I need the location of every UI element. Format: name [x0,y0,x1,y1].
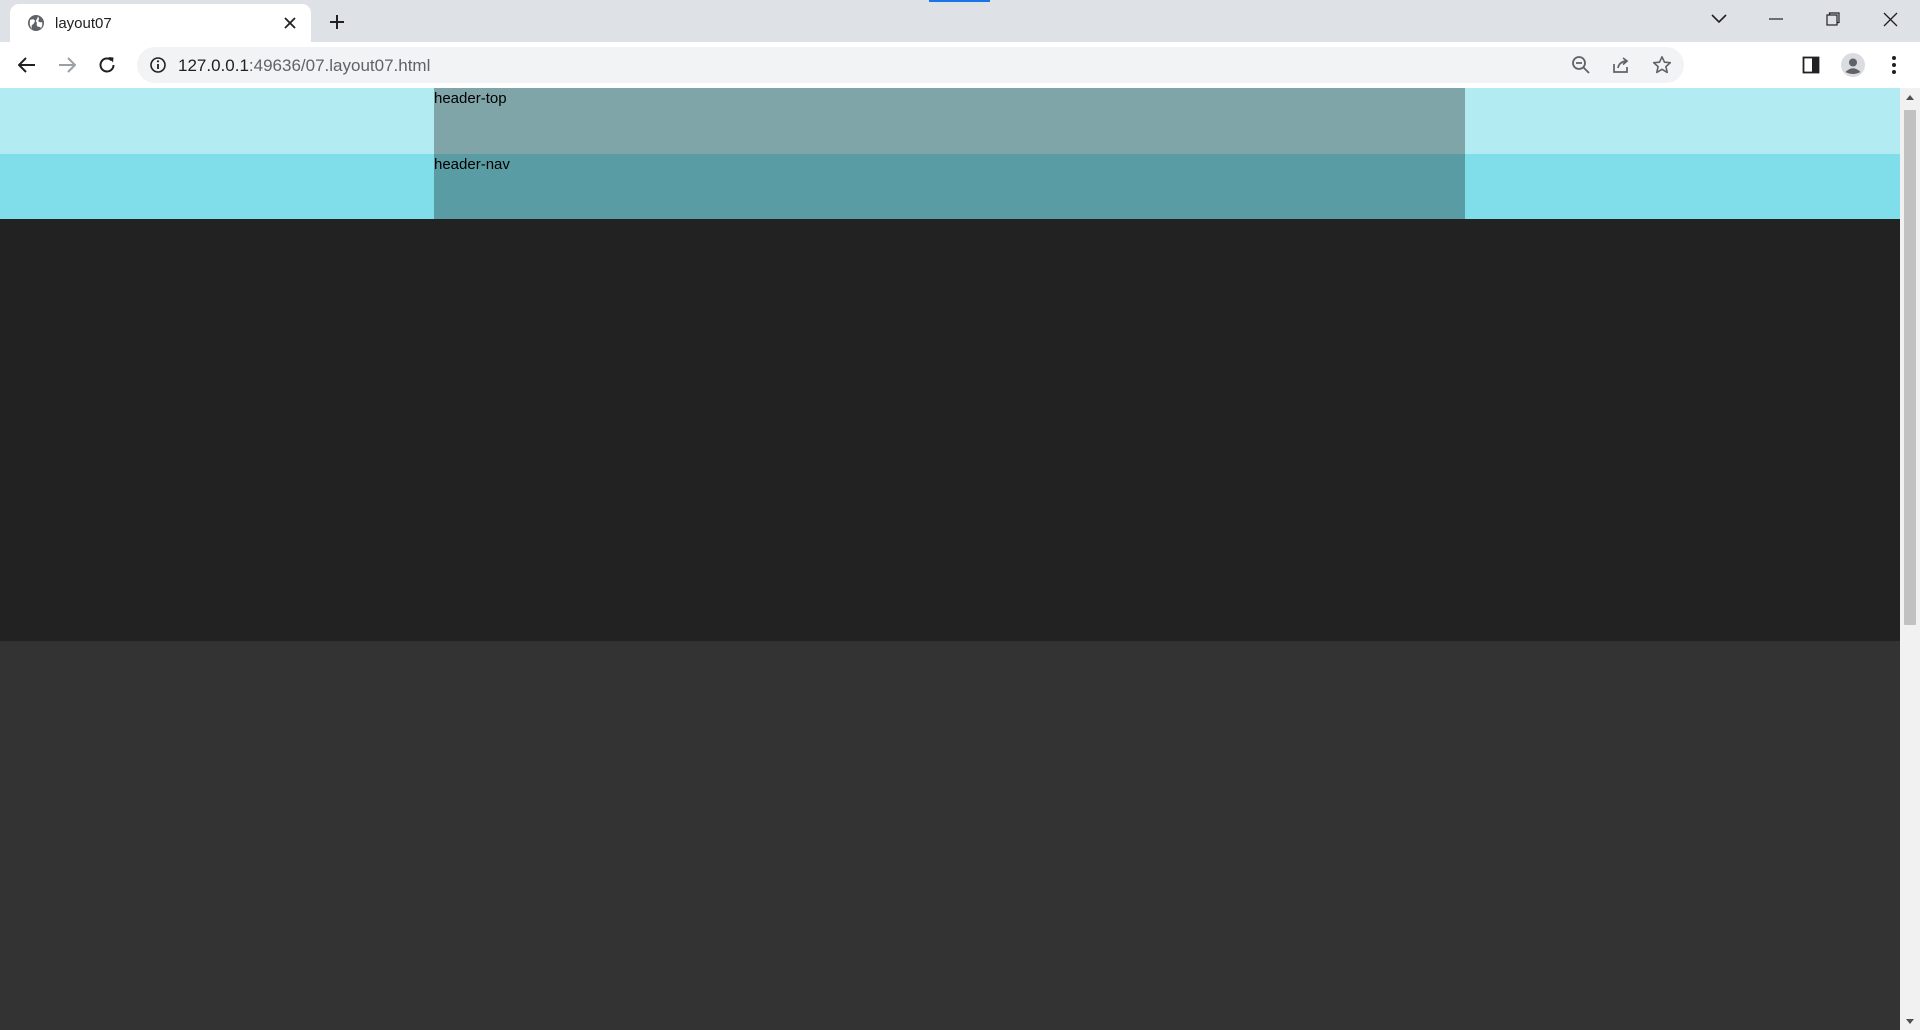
more-menu-icon[interactable] [1880,51,1908,79]
side-panel-icon[interactable] [1797,51,1825,79]
share-icon[interactable] [1610,54,1632,76]
tab-search-indicator [929,0,990,2]
scrollbar-thumb[interactable] [1904,110,1916,625]
bookmark-star-icon[interactable] [1651,54,1673,76]
back-arrow-icon[interactable] [12,50,42,80]
profile-avatar-icon[interactable] [1839,51,1867,79]
header-nav: header-nav [434,154,1465,219]
main-section [0,641,1900,1030]
header-top: header-top [434,88,1465,154]
close-tab-icon[interactable] [280,13,300,33]
slider-section [0,219,1900,641]
new-tab-button[interactable] [324,9,350,35]
reload-icon[interactable] [92,50,122,80]
tab-title: layout07 [55,15,112,32]
scroll-down-arrow-icon[interactable] [1900,1012,1920,1030]
zoom-out-icon[interactable] [1570,54,1592,76]
url-text[interactable]: 127.0.0.1:49636/07.layout07.html [178,56,430,76]
globe-icon [26,13,46,33]
vertical-scrollbar[interactable] [1900,88,1920,1030]
page-viewport: header-top header-nav [0,88,1900,1030]
tab-layout07[interactable]: layout07 [10,4,311,42]
restore-icon[interactable] [1805,0,1861,38]
header-nav-label: header-nav [434,156,510,173]
forward-arrow-icon[interactable] [52,50,82,80]
tab-strip: layout07 [0,0,1920,42]
browser-toolbar: 127.0.0.1:49636/07.layout07.html [0,42,1920,88]
scroll-up-arrow-icon[interactable] [1900,88,1920,106]
address-bar[interactable]: 127.0.0.1:49636/07.layout07.html [137,47,1684,83]
url-host: 127.0.0.1 [178,56,249,75]
tab-search-chevron-down-icon[interactable] [1691,0,1747,38]
minimize-icon[interactable] [1748,0,1804,38]
header-top-label: header-top [434,90,507,107]
url-path: :49636/07.layout07.html [248,56,431,75]
browser-window: layout07 127.0.0.1:49636/07.layout07.htm… [0,0,1920,1030]
site-info-icon[interactable] [149,56,167,74]
close-window-icon[interactable] [1862,0,1918,38]
